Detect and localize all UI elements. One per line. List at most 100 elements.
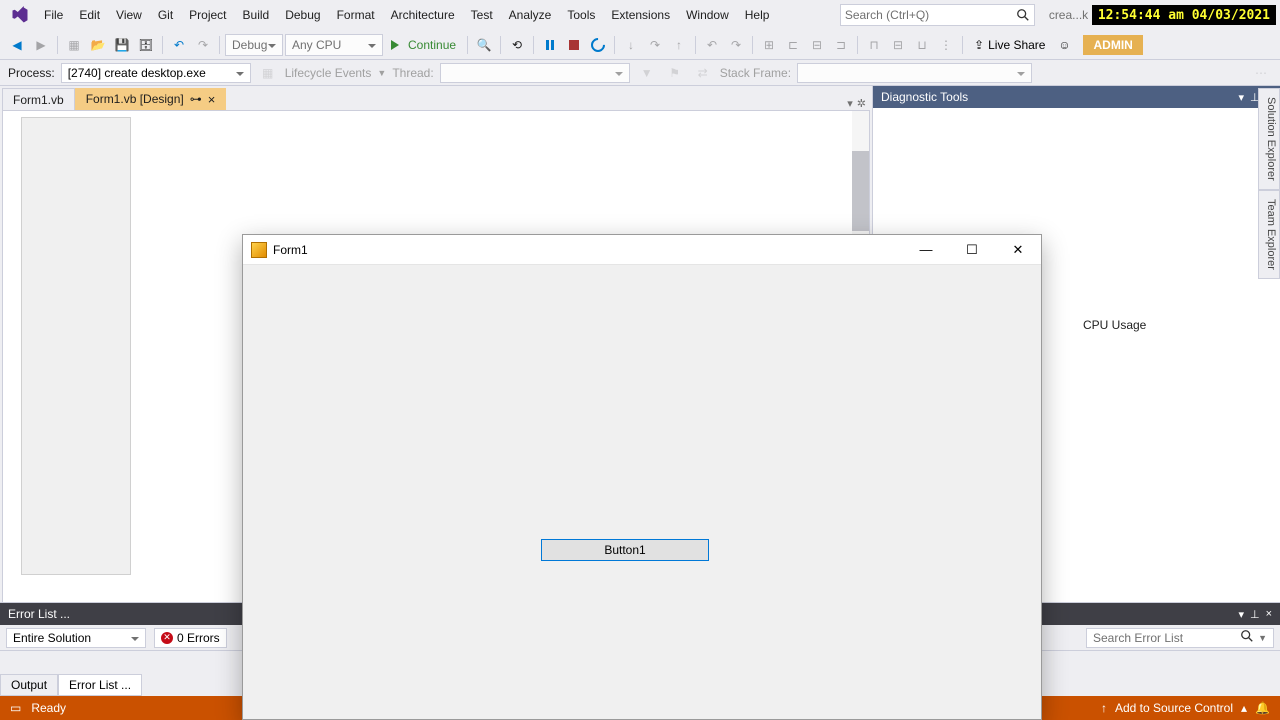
errors-filter-button[interactable]: ✕ 0 Errors [154, 628, 227, 648]
chevron-up-icon[interactable]: ▴ [1241, 701, 1247, 715]
search-placeholder: Search (Ctrl+Q) [845, 8, 929, 22]
menu-tools[interactable]: Tools [559, 4, 603, 26]
form1-app-icon [251, 242, 267, 258]
minimize-button[interactable]: — [903, 235, 949, 265]
redo2-button[interactable]: ↷ [725, 34, 747, 56]
menu-file[interactable]: File [36, 4, 71, 26]
tab-form1-design[interactable]: Form1.vb [Design] ⊶ × [75, 88, 227, 110]
notifications-icon[interactable]: 🔔 [1255, 701, 1270, 715]
save-all-button[interactable]: 🗄 [135, 34, 157, 56]
menu-architecture[interactable]: Architecture [383, 4, 463, 26]
step-out-button[interactable]: ↑ [668, 34, 690, 56]
align-middle-button[interactable]: ⊟ [887, 34, 909, 56]
errorlist-close-icon[interactable]: × [1266, 608, 1272, 621]
toolbar-overflow-icon[interactable]: ⋯ [1250, 62, 1272, 84]
pause-button[interactable] [539, 34, 561, 56]
tab-form1-design-label: Form1.vb [Design] [86, 92, 184, 106]
button1[interactable]: Button1 [541, 539, 709, 561]
align-top-button[interactable]: ⊓ [863, 34, 885, 56]
tab-dropdown-icon[interactable]: ▾ [847, 97, 853, 110]
form1-titlebar[interactable]: Form1 — ☐ ✕ [243, 235, 1041, 265]
menu-debug[interactable]: Debug [277, 4, 328, 26]
restart-button[interactable] [587, 34, 609, 56]
menu-extensions[interactable]: Extensions [603, 4, 678, 26]
open-file-button[interactable]: 📂 [87, 34, 109, 56]
continue-label: Continue [408, 38, 456, 52]
spacing-button[interactable]: ⋮ [935, 34, 957, 56]
add-source-control[interactable]: Add to Source Control [1115, 701, 1233, 715]
redo-button[interactable]: ↷ [192, 34, 214, 56]
tab-error-list[interactable]: Error List ... [58, 674, 142, 696]
error-scope-combo[interactable]: Entire Solution [6, 628, 146, 648]
form1-title: Form1 [273, 243, 308, 257]
standard-toolbar: ◀ ▶ ▦ 📂 💾 🗄 ↶ ↷ Debug Any CPU Continue 🔍… [0, 30, 1280, 60]
form1-client-area: Button1 [243, 265, 1041, 719]
tab-settings-icon[interactable]: ✲ [857, 97, 866, 110]
maximize-button[interactable]: ☐ [949, 235, 995, 265]
menu-git[interactable]: Git [150, 4, 181, 26]
stack-frame-combo[interactable] [797, 63, 1032, 83]
menu-project[interactable]: Project [181, 4, 234, 26]
live-share-button[interactable]: ⇪ Live Share [968, 38, 1051, 52]
upload-icon: ↑ [1101, 701, 1107, 715]
align-center-button[interactable]: ⊟ [806, 34, 828, 56]
config-combo[interactable]: Debug [225, 34, 283, 56]
side-tab-team-explorer[interactable]: Team Explorer [1258, 190, 1280, 279]
continue-button[interactable]: Continue [385, 34, 462, 56]
designer-surface[interactable] [21, 117, 131, 575]
menu-format[interactable]: Format [329, 4, 383, 26]
error-icon: ✕ [161, 632, 173, 644]
error-search-input[interactable]: Search Error List ▼ [1086, 628, 1274, 648]
errorlist-pin-icon[interactable]: ⊥ [1250, 608, 1260, 621]
menu-test[interactable]: Test [463, 4, 501, 26]
lifecycle-icon: ▦ [257, 62, 279, 84]
nav-back-button[interactable]: ◀ [6, 34, 28, 56]
diagnostic-title: Diagnostic Tools [881, 90, 968, 104]
error-search-dropdown-icon[interactable]: ▼ [1258, 633, 1267, 643]
play-icon [391, 40, 404, 50]
live-share-label: Live Share [988, 38, 1045, 52]
menu-edit[interactable]: Edit [71, 4, 108, 26]
pane-dropdown-icon[interactable]: ▾ [1238, 91, 1244, 104]
align-right-button[interactable]: ⊐ [830, 34, 852, 56]
swap-icon: ⇄ [692, 62, 714, 84]
undo-button[interactable]: ↶ [168, 34, 190, 56]
close-button[interactable]: ✕ [995, 235, 1041, 265]
menu-build[interactable]: Build [235, 4, 278, 26]
step-into-button[interactable]: ↓ [620, 34, 642, 56]
tab-output[interactable]: Output [0, 674, 58, 696]
debug-location-toolbar: Process: [2740] create desktop.exe ▦ Lif… [0, 60, 1280, 86]
undo2-button[interactable]: ↶ [701, 34, 723, 56]
menu-view[interactable]: View [108, 4, 150, 26]
stack-frame-label: Stack Frame: [720, 66, 791, 80]
feedback-button[interactable]: ☺ [1053, 34, 1075, 56]
diagnostic-header: Diagnostic Tools ▾ ⊥ × [873, 86, 1280, 108]
search-input[interactable]: Search (Ctrl+Q) [840, 4, 1035, 26]
thread-combo[interactable] [440, 63, 630, 83]
search-icon [1016, 8, 1030, 22]
menu-help[interactable]: Help [737, 4, 778, 26]
find-button[interactable]: 🔍 [473, 34, 495, 56]
align-bottom-button[interactable]: ⊔ [911, 34, 933, 56]
align-left-button[interactable]: ⊏ [782, 34, 804, 56]
browser-link-button[interactable]: ⟲ [506, 34, 528, 56]
errorlist-dropdown-icon[interactable]: ▾ [1238, 608, 1244, 621]
pin-icon[interactable]: ⊶ [190, 92, 202, 106]
process-combo[interactable]: [2740] create desktop.exe [61, 63, 251, 83]
solution-name: crea...kt [1043, 8, 1088, 22]
side-tab-solution-explorer[interactable]: Solution Explorer [1258, 88, 1280, 190]
align-grid-button[interactable]: ⊞ [758, 34, 780, 56]
nav-fwd-button[interactable]: ▶ [30, 34, 52, 56]
menu-window[interactable]: Window [678, 4, 737, 26]
stop-button[interactable] [563, 34, 585, 56]
platform-combo[interactable]: Any CPU [285, 34, 383, 56]
admin-badge: ADMIN [1083, 35, 1142, 55]
tab-form1-vb[interactable]: Form1.vb [2, 88, 75, 110]
new-project-button[interactable]: ▦ [63, 34, 85, 56]
save-button[interactable]: 💾 [111, 34, 133, 56]
menu-analyze[interactable]: Analyze [501, 4, 560, 26]
step-over-button[interactable]: ↷ [644, 34, 666, 56]
error-list-title: Error List ... [8, 607, 70, 621]
document-tabs: Form1.vb Form1.vb [Design] ⊶ × ▾ ✲ [0, 86, 872, 110]
close-tab-icon[interactable]: × [208, 93, 216, 106]
